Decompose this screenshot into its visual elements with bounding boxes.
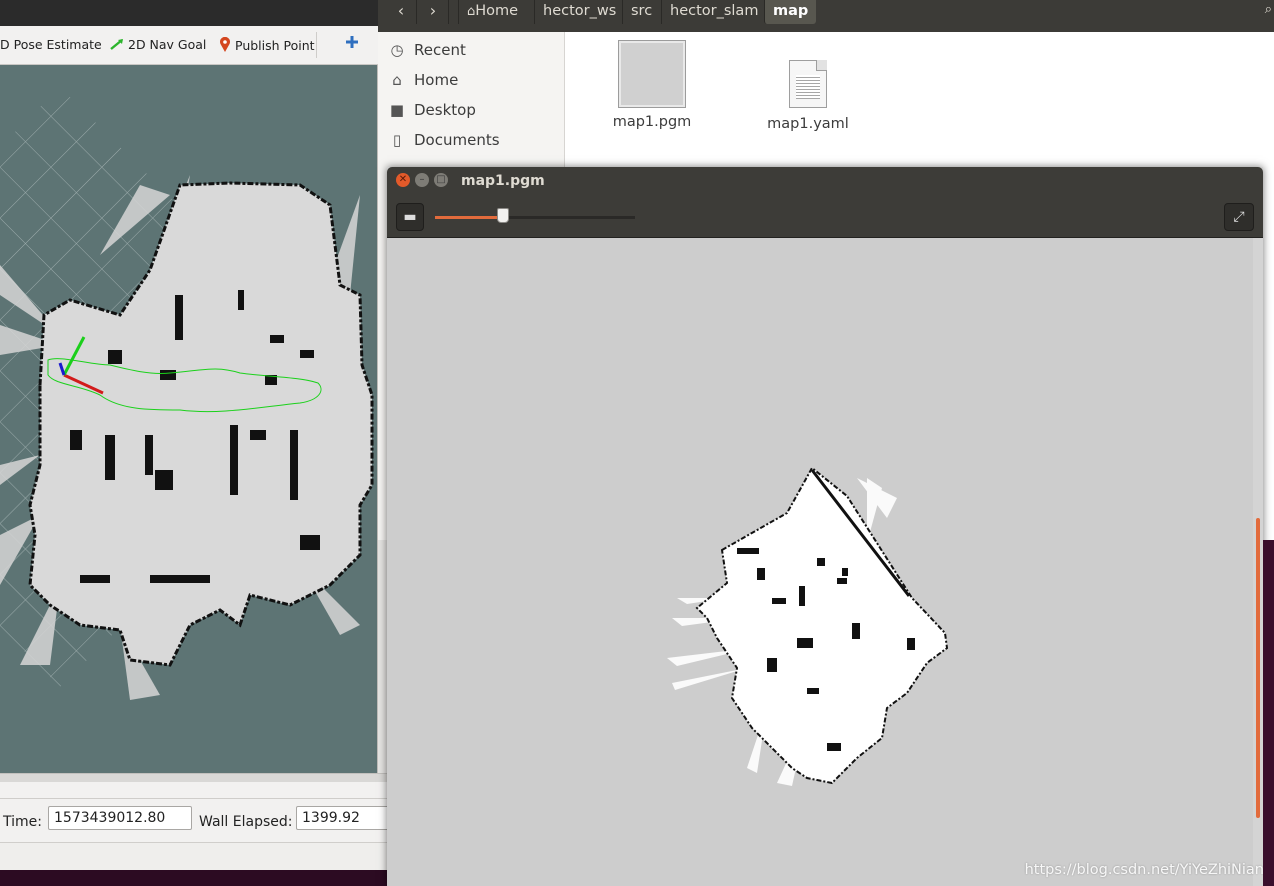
slam-map-render [0,87,374,700]
chevron-right-icon: › [429,1,437,20]
viewer-toolbar: ▬ ⤢ [387,195,1263,238]
rviz-horizontal-scrollbar[interactable] [0,773,388,782]
fullscreen-icon: ⤢ [1233,209,1245,225]
breadcrumb-hector-ws[interactable]: hector_ws [534,0,624,24]
fullscreen-button[interactable]: ⤢ [1224,203,1254,231]
folder-icon: ■ [389,101,405,119]
minimize-icon: – [419,174,425,185]
nav-goal-arrow-icon [110,38,124,53]
toolbar-divider [316,32,317,58]
chevron-left-icon: ‹ [397,1,405,20]
breadcrumb-home[interactable]: ⌂Home [458,0,526,24]
image-canvas[interactable] [387,238,1253,886]
add-tool-button[interactable] [345,35,359,52]
map-image [667,466,949,786]
breadcrumb-hector-slam[interactable]: hector_slam [661,0,766,24]
document-icon: ▯ [392,131,402,149]
minus-icon: ▬ [403,209,417,225]
file-item-map1-yaml[interactable]: map1.yaml [766,40,850,132]
scrollbar-thumb[interactable] [1256,518,1260,818]
zoom-out-button[interactable]: ▬ [396,203,424,231]
search-icon[interactable]: ⌕ [1265,2,1272,17]
maximize-window-button[interactable]: □ [434,173,448,187]
zoom-slider-fill [435,216,503,219]
close-window-button[interactable]: ✕ [396,173,410,187]
image-viewer-window: ✕ – □ map1.pgm ▬ ⤢ [387,167,1263,886]
sidebar-item-documents[interactable]: ▯ Documents [388,131,500,155]
clock-icon: ◷ [390,41,404,59]
pose-estimate-label: D Pose Estimate [0,37,102,52]
back-button[interactable]: ‹ [386,0,417,24]
desktop-background-right [1263,540,1274,886]
text-file-icon [789,60,827,108]
rviz-toolbar: D Pose Estimate 2D Nav Goal Publish Poin… [0,26,388,65]
rviz-window: D Pose Estimate 2D Nav Goal Publish Poin… [0,26,396,886]
sidebar-item-home[interactable]: ⌂ Home [388,71,458,95]
pose-estimate-tool[interactable]: D Pose Estimate [0,37,102,52]
zoom-slider[interactable] [435,208,635,223]
nav-goal-tool[interactable]: 2D Nav Goal [110,37,206,53]
sidebar-item-recent[interactable]: ◷ Recent [388,41,465,65]
viewer-titlebar[interactable]: ✕ – □ map1.pgm [387,167,1263,195]
viewer-title: map1.pgm [461,173,545,189]
map-pin-icon [219,36,231,56]
breadcrumb-src[interactable]: src [622,0,660,24]
plus-icon [345,36,359,52]
maximize-icon: □ [436,174,446,185]
breadcrumb-map[interactable]: map [764,0,817,24]
time-label: Time: [3,814,42,830]
desktop-background [0,870,388,886]
minimize-window-button[interactable]: – [415,173,429,187]
publish-point-tool[interactable]: Publish Point [219,36,315,56]
image-thumbnail-icon [618,40,686,108]
rviz-3d-view[interactable] [0,65,377,773]
publish-point-label: Publish Point [235,38,315,53]
time-panel: Time: Wall Elapsed: [0,798,396,843]
ros-time-field[interactable] [48,806,192,830]
sidebar-item-desktop[interactable]: ■ Desktop [388,101,476,125]
viewer-vertical-scrollbar[interactable] [1253,238,1263,886]
wall-elapsed-label: Wall Elapsed: [199,814,293,830]
watermark-text: https://blog.csdn.net/YiYeZhiNian [1024,862,1264,878]
close-icon: ✕ [398,174,408,185]
wall-elapsed-field[interactable] [296,806,396,830]
nav-goal-label: 2D Nav Goal [128,37,207,52]
zoom-slider-handle[interactable] [497,208,509,223]
home-icon: ⌂ [392,71,402,89]
file-item-map1-pgm[interactable]: map1.pgm [610,40,694,130]
rviz-status-bar [0,842,388,871]
files-header-bar: ‹ › ⌂Home hector_ws src hector_slam map … [378,0,1274,32]
forward-button[interactable]: › [418,0,449,24]
